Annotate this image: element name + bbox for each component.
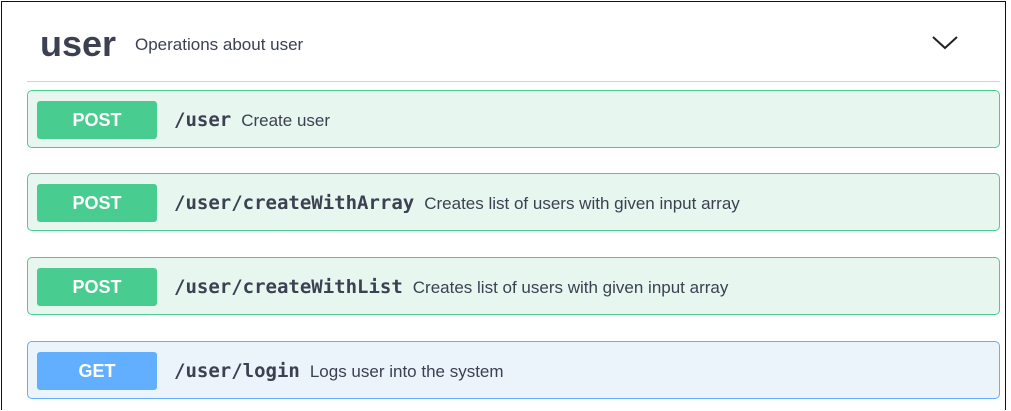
operation-path-row: /user Create user <box>174 109 330 133</box>
api-tag-section: user Operations about user POST /user Cre… <box>1 1 1006 410</box>
operation-path: /user/createWithArray <box>174 192 415 214</box>
operation-post-user[interactable]: POST /user Create user <box>27 90 1000 148</box>
operation-path-row: /user/createWithArray Creates list of use… <box>174 192 740 216</box>
operation-get-login[interactable]: GET /user/login Logs user into the system <box>27 341 1000 399</box>
method-badge: POST <box>37 101 157 139</box>
operation-path-row: /user/createWithList Creates list of user… <box>174 276 728 300</box>
method-badge: POST <box>37 184 157 222</box>
method-badge: GET <box>37 352 157 390</box>
operation-summary: Creates list of users with given input a… <box>424 194 740 213</box>
method-badge: POST <box>37 268 157 306</box>
operation-path: /user/login <box>174 360 300 382</box>
tag-header[interactable]: user Operations about user <box>2 2 1005 82</box>
tag-description: Operations about user <box>135 35 304 54</box>
operation-path: /user <box>174 109 232 131</box>
operation-summary: Create user <box>241 111 331 130</box>
operation-post-create-with-array[interactable]: POST /user/createWithArray Creates list o… <box>27 173 1000 231</box>
operation-summary: Creates list of users with given input a… <box>412 278 729 297</box>
operation-path-row: /user/login Logs user into the system <box>174 360 504 384</box>
operation-path: /user/createWithList <box>174 276 403 298</box>
operation-post-create-with-list[interactable]: POST /user/createWithList Creates list of… <box>27 257 1000 315</box>
header-divider <box>27 81 1000 82</box>
chevron-down-icon[interactable] <box>930 32 960 52</box>
tag-name: user <box>40 23 117 64</box>
operation-summary: Logs user into the system <box>309 362 504 381</box>
